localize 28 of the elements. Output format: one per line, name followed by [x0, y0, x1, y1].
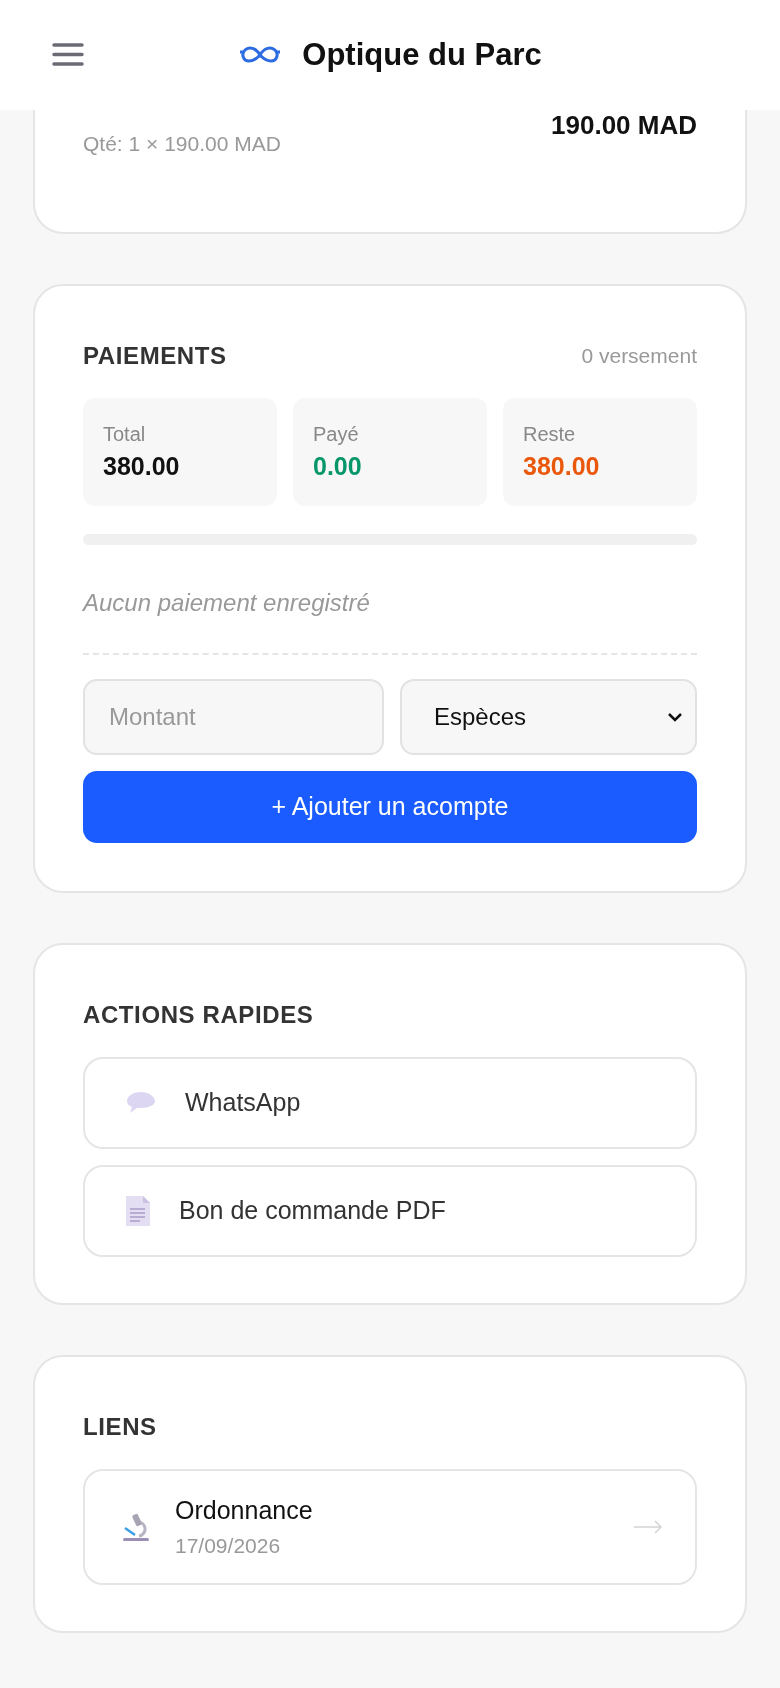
stat-label: Payé — [313, 421, 360, 447]
arrow-right-icon — [633, 1519, 663, 1534]
stat-label: Total — [103, 421, 147, 447]
action-button[interactable]: Bon de commande PDF — [83, 1164, 697, 1257]
speech-bubble-icon — [125, 1089, 157, 1116]
stat-value: 0.00 — [313, 450, 363, 482]
add-deposit-button[interactable]: + Ajouter un acompte — [83, 770, 697, 843]
payment-count: 0 versement — [581, 342, 697, 369]
stat-label: Reste — [523, 421, 577, 447]
amount-field[interactable]: Montant — [83, 678, 384, 755]
stat-value: 380.00 — [103, 450, 181, 482]
section-title: PAIEMENTS — [83, 340, 227, 371]
app-title: Optique du Parc — [302, 35, 542, 74]
quantity-text: Qté: 1 × 190.00 MAD — [83, 131, 281, 157]
section-title: ACTIONS RAPIDES — [83, 999, 315, 1030]
menu-icon[interactable] — [52, 42, 84, 67]
line-total: 190.00 MAD — [551, 109, 697, 142]
link-title: Ordonnance — [175, 1495, 314, 1527]
action-button[interactable]: WhatsApp — [83, 1056, 697, 1149]
chevron-down-icon — [667, 711, 683, 722]
microscope-icon — [121, 1511, 151, 1542]
link-date: 17/09/2026 — [175, 1532, 282, 1559]
document-icon — [125, 1194, 151, 1227]
link-item[interactable]: Ordonnance 17/09/2026 — [83, 1468, 697, 1585]
stat-value: 380.00 — [523, 450, 601, 482]
payment-method-select[interactable]: Espèces — [400, 678, 697, 755]
empty-message: Aucun paiement enregistré — [83, 587, 371, 618]
section-title: LIENS — [83, 1411, 158, 1442]
